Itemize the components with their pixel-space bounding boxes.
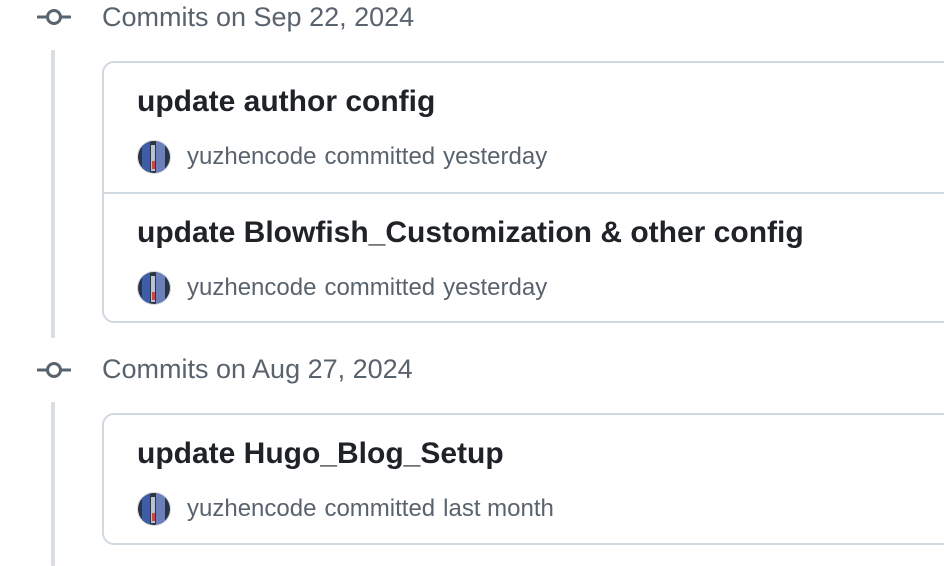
- commit-title-link[interactable]: update Blowfish_Customization & other co…: [137, 216, 804, 250]
- commit-row: update Blowfish_Customization & other co…: [104, 192, 944, 321]
- commit-list: update Hugo_Blog_Setup yuzhencode commit…: [102, 413, 944, 545]
- git-commit-icon: [37, 362, 71, 378]
- commit-author-link[interactable]: yuzhencode: [187, 274, 316, 302]
- user-avatar[interactable]: [137, 492, 171, 526]
- commit-history: Commits on Sep 22, 2024 update author co…: [0, 0, 944, 566]
- commit-group-heading: Commits on Sep 22, 2024: [102, 2, 415, 32]
- commit-time: yesterday: [443, 274, 548, 301]
- user-avatar[interactable]: [137, 271, 171, 305]
- commit-row: update author config yuzhencode committe…: [104, 63, 944, 192]
- commit-meta: yuzhencode committed yesterday: [137, 270, 547, 306]
- commit-meta: yuzhencode committed last month: [137, 491, 554, 527]
- commit-verb: committed: [324, 274, 436, 301]
- commit-time: yesterday: [443, 143, 548, 170]
- timeline-line: [51, 50, 55, 338]
- commit-meta: yuzhencode committed yesterday: [137, 139, 547, 175]
- user-avatar[interactable]: [137, 140, 171, 174]
- commit-row: update Hugo_Blog_Setup yuzhencode commit…: [104, 415, 944, 544]
- commit-author-link[interactable]: yuzhencode: [187, 495, 316, 523]
- timeline-line: [51, 402, 55, 566]
- commit-time: last month: [443, 495, 554, 522]
- commit-group-heading: Commits on Aug 27, 2024: [102, 354, 413, 384]
- commit-title-link[interactable]: update Hugo_Blog_Setup: [137, 437, 504, 471]
- commit-list: update author config yuzhencode committe…: [102, 61, 944, 323]
- commit-verb: committed: [324, 143, 436, 170]
- commit-title-link[interactable]: update author config: [137, 85, 435, 119]
- commit-author-link[interactable]: yuzhencode: [187, 143, 316, 171]
- git-commit-icon: [37, 9, 71, 25]
- commit-verb: committed: [324, 495, 436, 522]
